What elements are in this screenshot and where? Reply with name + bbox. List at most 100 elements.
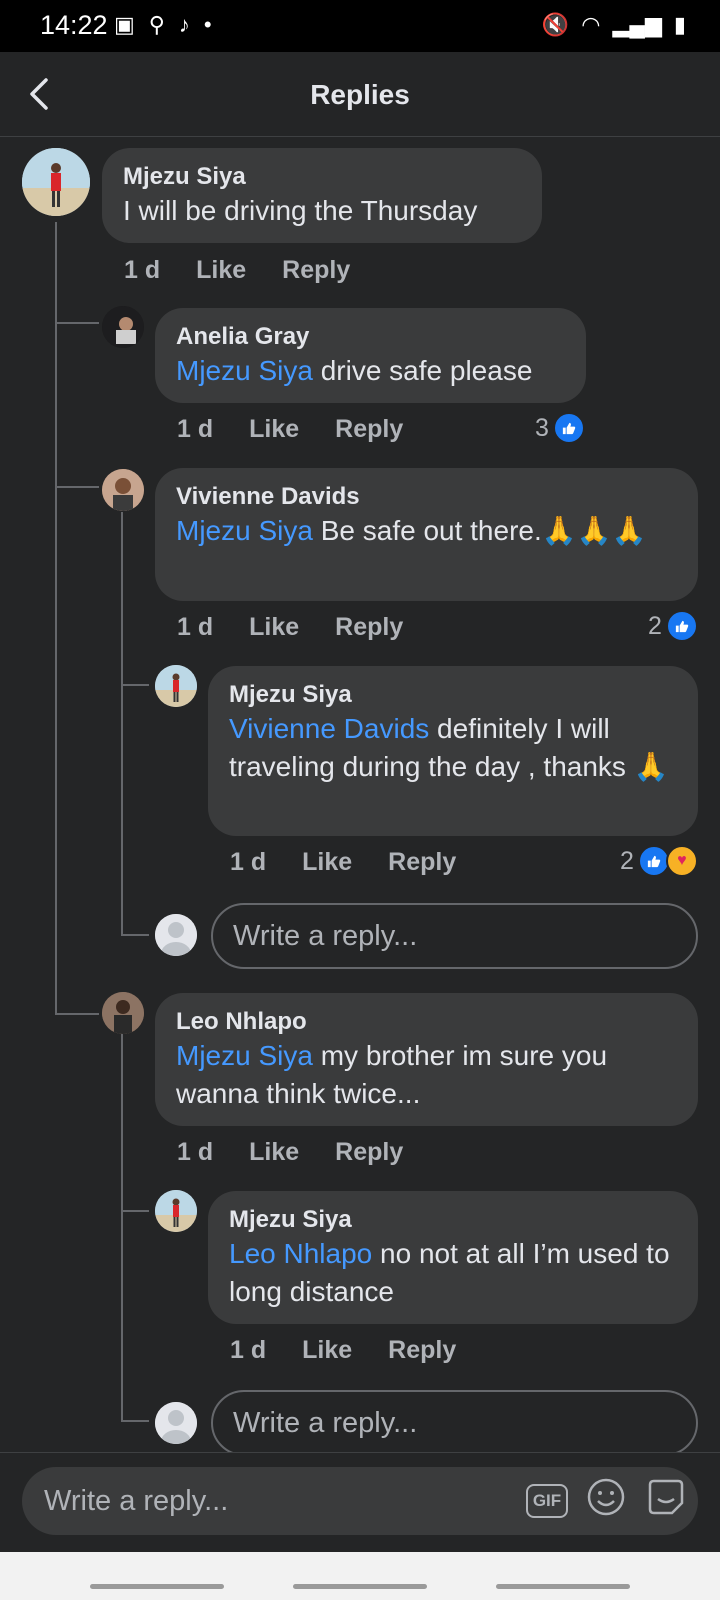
mention-link[interactable]: Vivienne Davids xyxy=(229,713,429,744)
like-button[interactable]: Like xyxy=(249,415,299,444)
comment-author[interactable]: Mjezu Siya xyxy=(229,1205,677,1235)
thread-line xyxy=(121,1420,149,1422)
mute-icon: 🔇 xyxy=(541,12,570,37)
comment-author[interactable]: Mjezu Siya xyxy=(123,162,521,192)
thread-line xyxy=(55,322,99,324)
like-button[interactable]: Like xyxy=(249,613,299,642)
status-icons-left: ▣ ⚲ ♪ • xyxy=(114,12,212,38)
signal-icon: ▂▄▆ xyxy=(612,12,662,37)
reaction-summary[interactable]: 2 xyxy=(648,610,698,642)
comment-bubble[interactable]: Mjezu Siya Leo Nhlapo no not at all I’m … xyxy=(208,1191,698,1324)
thread-line xyxy=(55,486,99,488)
page-title: Replies xyxy=(310,79,410,110)
avatar[interactable] xyxy=(22,148,90,216)
comment-text: Vivienne Davids definitely I will travel… xyxy=(229,710,677,786)
wifi-icon: ◠ xyxy=(581,12,601,37)
battery-icon: ▮ xyxy=(673,12,686,37)
comment-author[interactable]: Mjezu Siya xyxy=(229,680,677,710)
mention-link[interactable]: Leo Nhlapo xyxy=(229,1238,372,1269)
thread-line xyxy=(55,1013,99,1015)
comment-author[interactable]: Anelia Gray xyxy=(176,322,565,352)
dot-icon: • xyxy=(203,12,212,37)
sticker-icon[interactable] xyxy=(644,1475,688,1527)
comment-text-body: drive safe please xyxy=(312,355,533,386)
composer-bar: Write a reply... GIF xyxy=(0,1452,720,1553)
reply-button[interactable]: Reply xyxy=(335,1138,403,1167)
comment-author[interactable]: Leo Nhlapo xyxy=(176,1007,677,1037)
reply-button[interactable]: Reply xyxy=(335,613,403,642)
thread-line xyxy=(55,222,57,1014)
user-avatar xyxy=(155,914,197,956)
thread-line xyxy=(121,684,149,686)
reaction-count: 3 xyxy=(535,413,549,442)
reply-input[interactable]: Write a reply... xyxy=(211,1390,698,1456)
nav-home-button[interactable] xyxy=(293,1584,427,1589)
reply-input[interactable]: Write a reply... xyxy=(211,903,698,969)
thread-line xyxy=(121,1210,149,1212)
thread-line xyxy=(121,934,149,936)
thread-line xyxy=(121,1031,123,1421)
avatar[interactable] xyxy=(102,306,144,348)
reaction-count: 2 xyxy=(648,611,662,640)
comment-text: I will be driving the Thursday xyxy=(123,195,478,226)
status-time: 14:22 xyxy=(40,10,108,40)
gallery-icon: ▣ xyxy=(114,12,135,37)
comment-actions: 1 d Like Reply xyxy=(177,1138,403,1167)
avatar[interactable] xyxy=(155,1190,197,1232)
comment-author[interactable]: Vivienne Davids xyxy=(176,482,677,512)
like-button[interactable]: Like xyxy=(302,1336,352,1365)
like-button[interactable]: Like xyxy=(249,1138,299,1167)
comment-time: 1 d xyxy=(230,1336,267,1364)
status-bar: 14:22 ▣ ⚲ ♪ • 🔇 ◠ ▂▄▆ ▮ xyxy=(0,0,720,52)
comment-text: Leo Nhlapo no not at all I’m used to lon… xyxy=(229,1235,677,1311)
comment-bubble[interactable]: Vivienne Davids Mjezu Siya Be safe out t… xyxy=(155,468,698,601)
composer-input[interactable]: Write a reply... GIF xyxy=(22,1467,698,1535)
comment-time: 1 d xyxy=(177,1138,214,1166)
bike-icon: ⚲ xyxy=(148,12,165,37)
gif-button[interactable]: GIF xyxy=(526,1484,568,1518)
comment-actions: 1 d Like Reply xyxy=(177,415,403,444)
comment-bubble[interactable]: Anelia Gray Mjezu Siya drive safe please xyxy=(155,308,586,403)
avatar[interactable] xyxy=(102,992,144,1034)
comment-text: Mjezu Siya drive safe please xyxy=(176,352,565,390)
reply-button[interactable]: Reply xyxy=(388,848,456,877)
system-nav-bar xyxy=(0,1552,720,1600)
comment-bubble[interactable]: Mjezu Siya Vivienne Davids definitely I … xyxy=(208,666,698,836)
comment-actions: 1 d Like Reply xyxy=(177,613,403,642)
status-icons-right: 🔇 ◠ ▂▄▆ ▮ xyxy=(542,12,686,38)
comment-time: 1 d xyxy=(177,613,214,641)
comment-actions: 1 d Like Reply xyxy=(230,848,456,877)
comment-actions: 1 d Like Reply xyxy=(230,1336,456,1365)
comment-time: 1 d xyxy=(124,256,161,284)
avatar[interactable] xyxy=(102,469,144,511)
reply-button[interactable]: Reply xyxy=(282,256,350,285)
mention-link[interactable]: Mjezu Siya xyxy=(176,1040,313,1071)
comment-text: Mjezu Siya Be safe out there.🙏🙏🙏 xyxy=(176,512,677,550)
comment-text: Mjezu Siya my brother im sure you wanna … xyxy=(176,1037,677,1113)
reaction-count: 2 xyxy=(620,846,634,875)
composer-placeholder: Write a reply... xyxy=(44,1484,229,1517)
nav-back-button[interactable] xyxy=(496,1584,630,1589)
nav-recent-button[interactable] xyxy=(90,1584,224,1589)
reply-button[interactable]: Reply xyxy=(335,415,403,444)
reply-placeholder: Write a reply... xyxy=(233,919,418,952)
mention-link[interactable]: Mjezu Siya xyxy=(176,355,313,386)
comment-actions: 1 d Like Reply xyxy=(124,256,350,285)
comment-bubble[interactable]: Mjezu Siya I will be driving the Thursda… xyxy=(102,148,542,243)
like-button[interactable]: Like xyxy=(196,256,246,285)
care-reaction-icon: ♥ xyxy=(665,845,698,877)
comment-bubble[interactable]: Leo Nhlapo Mjezu Siya my brother im sure… xyxy=(155,993,698,1126)
thumbs-up-icon xyxy=(665,610,698,642)
emoji-icon[interactable] xyxy=(586,1477,626,1525)
reply-placeholder: Write a reply... xyxy=(233,1406,418,1439)
reaction-summary[interactable]: 2 ♥ xyxy=(620,845,698,877)
comment-time: 1 d xyxy=(177,415,214,443)
mention-link[interactable]: Mjezu Siya xyxy=(176,515,313,546)
comment-time: 1 d xyxy=(230,848,267,876)
reply-button[interactable]: Reply xyxy=(388,1336,456,1365)
header: Replies xyxy=(0,52,720,137)
tiktok-icon: ♪ xyxy=(178,12,190,37)
like-button[interactable]: Like xyxy=(302,848,352,877)
reaction-summary[interactable]: 3 xyxy=(535,412,585,444)
avatar[interactable] xyxy=(155,665,197,707)
